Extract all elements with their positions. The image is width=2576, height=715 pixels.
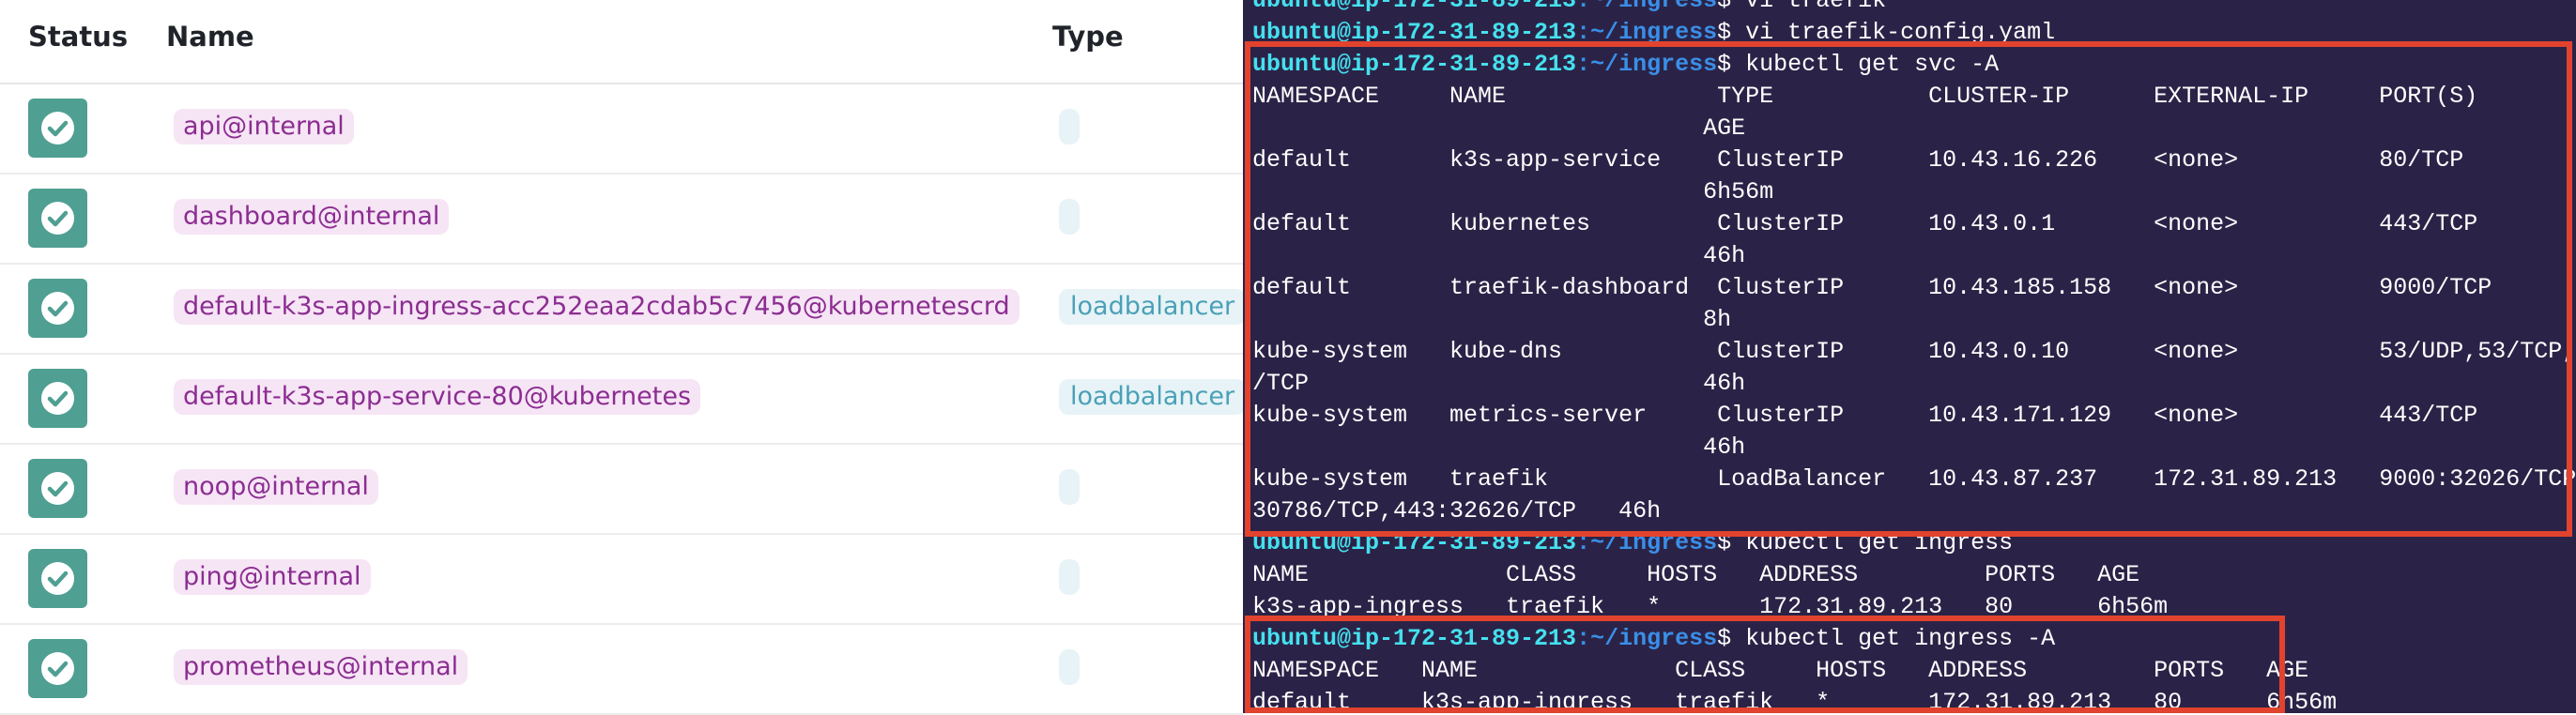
status-success-icon xyxy=(28,99,87,158)
column-header-type[interactable]: Type xyxy=(1052,21,1124,53)
column-header-name[interactable]: Name xyxy=(166,21,254,53)
status-success-icon xyxy=(28,279,87,338)
prompt-command: $ vi traefik xyxy=(1717,0,1887,14)
table-row[interactable]: api@internal xyxy=(0,83,1243,175)
service-type-chip xyxy=(1059,199,1080,235)
highlight-ingress-output xyxy=(1245,616,2285,713)
table-row[interactable]: ping@internal xyxy=(0,533,1243,625)
prompt-path: :~/ingress xyxy=(1576,0,1718,14)
service-type-chip xyxy=(1059,469,1080,505)
service-name-chip[interactable]: api@internal xyxy=(174,109,354,145)
table-row[interactable]: noop@internal xyxy=(0,443,1243,535)
service-name-chip[interactable]: ping@internal xyxy=(174,559,371,595)
service-name-chip[interactable]: noop@internal xyxy=(174,469,378,505)
services-table: Status Name Type api@internal dashboard@i… xyxy=(0,0,1247,715)
service-type-chip xyxy=(1059,109,1080,145)
terminal-window[interactable]: ubuntu@ip-172-31-89-213:~/ingress$ vi tr… xyxy=(1243,0,2576,713)
terminal-output-line: NAME CLASS HOSTS ADDRESS PORTS AGE xyxy=(1252,561,2140,588)
service-type-chip: loadbalancer xyxy=(1059,289,1247,325)
status-success-icon xyxy=(28,189,87,248)
table-row[interactable]: default-k3s-app-service-80@kubernetes loa… xyxy=(0,353,1247,445)
service-type-chip xyxy=(1059,559,1080,595)
service-type-chip: loadbalancer xyxy=(1059,379,1247,415)
highlight-svc-output xyxy=(1245,41,2572,537)
status-success-icon xyxy=(28,639,87,698)
terminal-prompt-line: ubuntu@ip-172-31-89-213:~/ingress$ vi tr… xyxy=(1252,0,1886,17)
prompt-user: ubuntu@ip-172-31-89-213 xyxy=(1252,0,1577,14)
status-success-icon xyxy=(28,549,87,608)
status-success-icon xyxy=(28,459,87,518)
service-type-chip xyxy=(1059,649,1080,685)
service-name-chip[interactable]: default-k3s-app-ingress-acc252eaa2cdab5c… xyxy=(174,289,1020,325)
service-name-chip[interactable]: dashboard@internal xyxy=(174,199,450,235)
service-name-chip[interactable]: default-k3s-app-service-80@kubernetes xyxy=(174,379,701,415)
service-name-chip[interactable]: prometheus@internal xyxy=(174,649,468,685)
status-success-icon xyxy=(28,369,87,428)
table-row[interactable]: default-k3s-app-ingress-acc252eaa2cdab5c… xyxy=(0,263,1247,355)
table-row[interactable]: dashboard@internal xyxy=(0,173,1243,265)
table-row[interactable]: prometheus@internal xyxy=(0,623,1243,715)
table-header: Status Name Type xyxy=(0,0,1243,84)
column-header-status[interactable]: Status xyxy=(28,21,128,53)
